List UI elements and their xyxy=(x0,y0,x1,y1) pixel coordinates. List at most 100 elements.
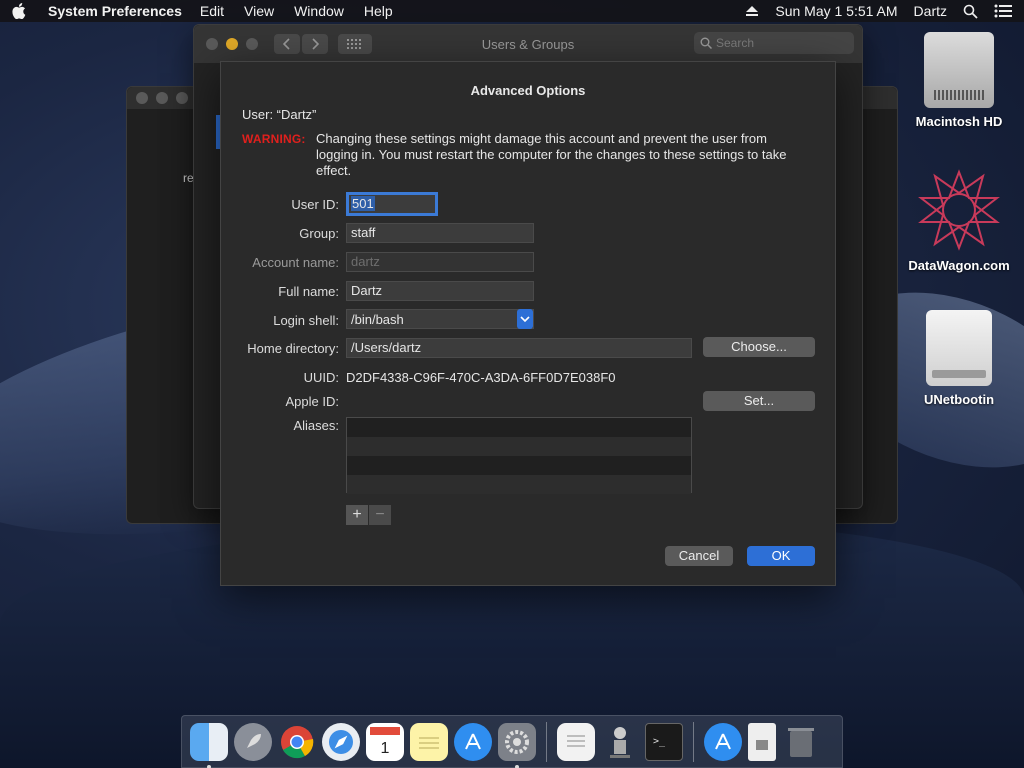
robot-icon xyxy=(610,726,630,758)
chevron-right-icon xyxy=(312,38,319,50)
dock-separator xyxy=(546,721,547,762)
downloads-stack-icon[interactable] xyxy=(704,722,742,761)
spotlight-search-icon[interactable] xyxy=(963,4,978,19)
hard-drive-icon xyxy=(924,32,994,108)
window-close-button[interactable] xyxy=(206,38,218,50)
list-item[interactable] xyxy=(347,418,691,437)
user-line: User: “Dartz” xyxy=(242,107,317,122)
grid-icon xyxy=(347,39,361,49)
ok-button[interactable]: OK xyxy=(747,546,815,566)
remove-alias-button[interactable]: − xyxy=(369,505,391,525)
safari-icon[interactable] xyxy=(322,722,360,761)
eject-icon[interactable] xyxy=(745,5,759,17)
system-preferences-icon[interactable] xyxy=(498,722,536,768)
textedit-icon[interactable] xyxy=(557,722,595,761)
desktop-icon-unetbootin[interactable]: UNetbootin xyxy=(904,310,1014,407)
document-icon[interactable] xyxy=(748,722,776,761)
prompt-icon: >_ xyxy=(653,736,666,747)
menu-window[interactable]: Window xyxy=(294,3,344,19)
rocket-icon xyxy=(247,733,261,748)
full-name-field[interactable]: Dartz xyxy=(346,281,534,301)
terminal-icon[interactable]: >_ xyxy=(645,722,683,761)
warning-label: WARNING: xyxy=(242,132,306,146)
close-button[interactable] xyxy=(136,92,148,104)
advanced-options-sheet: Advanced Options User: “Dartz” WARNING: … xyxy=(220,61,836,586)
full-name-label: Full name: xyxy=(278,284,339,299)
menu-edit[interactable]: Edit xyxy=(200,3,224,19)
sheet-title: Advanced Options xyxy=(470,83,586,98)
menubar-user[interactable]: Dartz xyxy=(914,3,947,19)
home-directory-field[interactable]: /Users/dartz xyxy=(346,338,692,358)
popup-arrow[interactable] xyxy=(517,309,533,329)
login-shell-popup[interactable]: /bin/bash xyxy=(346,309,534,329)
desktop-icon-label: Macintosh HD xyxy=(915,114,1003,129)
account-name-field: dartz xyxy=(346,252,534,272)
window-minimize-button[interactable] xyxy=(226,38,238,50)
chevron-down-icon xyxy=(520,316,530,323)
apple-id-label: Apple ID: xyxy=(285,394,339,409)
zoom-button[interactable] xyxy=(176,92,188,104)
apple-menu-icon[interactable] xyxy=(12,3,26,19)
uuid-label: UUID: xyxy=(303,370,339,385)
search-icon xyxy=(700,37,712,49)
compass-icon xyxy=(329,729,353,754)
window-titlebar[interactable]: Users & Groups xyxy=(194,25,862,63)
chrome-icon[interactable] xyxy=(278,723,316,761)
home-directory-label: Home directory: xyxy=(247,341,339,356)
set-apple-id-button[interactable]: Set... xyxy=(703,391,815,411)
aliases-list[interactable] xyxy=(346,417,692,494)
calendar-icon[interactable]: 1 xyxy=(366,722,404,761)
notes-icon[interactable] xyxy=(410,722,448,761)
file-icon xyxy=(756,739,768,750)
app-menu[interactable]: System Preferences xyxy=(48,3,182,19)
app-store-icon[interactable] xyxy=(454,722,492,761)
group-field[interactable]: staff xyxy=(346,223,534,243)
alias-add-remove: + − xyxy=(346,505,391,525)
dock: 1 >_ xyxy=(181,715,843,768)
app-store-a-icon xyxy=(465,733,481,749)
warning-text: Changing these settings might damage thi… xyxy=(316,131,787,178)
search-input[interactable] xyxy=(716,36,836,50)
menubar-clock[interactable]: Sun May 1 5:51 AM xyxy=(775,3,897,19)
desktop-icon-label: UNetbootin xyxy=(923,392,995,407)
user-id-label: User ID: xyxy=(291,197,339,212)
choose-button[interactable]: Choose... xyxy=(703,337,815,357)
window-zoom-button[interactable] xyxy=(246,38,258,50)
user-id-field[interactable]: 501 xyxy=(346,192,438,216)
uuid-value: D2DF4338-C96F-470C-A3DA-6FF0D7E038F0 xyxy=(346,370,616,385)
finder-icon[interactable] xyxy=(190,722,228,768)
minimize-button[interactable] xyxy=(156,92,168,104)
desktop-icon-macintosh-hd[interactable]: Macintosh HD xyxy=(904,32,1014,129)
show-all-button[interactable] xyxy=(338,34,372,54)
notification-center-icon[interactable] xyxy=(994,4,1012,18)
back-button[interactable] xyxy=(274,34,300,54)
chrome-logo-icon xyxy=(281,725,314,758)
automator-icon[interactable] xyxy=(601,723,639,761)
list-item[interactable] xyxy=(347,475,691,494)
svg-text:>_: >_ xyxy=(653,736,666,747)
calendar-page-icon: 1 xyxy=(370,726,400,757)
desktop-icon-datawagon[interactable]: DataWagon.com xyxy=(904,168,1014,273)
search-field[interactable] xyxy=(694,32,854,54)
add-alias-button[interactable]: + xyxy=(346,505,368,525)
list-item[interactable] xyxy=(347,437,691,456)
forward-button[interactable] xyxy=(302,34,328,54)
login-shell-value: /bin/bash xyxy=(351,311,404,327)
star-pattern-icon xyxy=(918,169,1000,251)
chevron-left-icon xyxy=(283,38,290,50)
trash-icon[interactable] xyxy=(782,723,820,761)
launchpad-icon[interactable] xyxy=(234,722,272,761)
cancel-button[interactable]: Cancel xyxy=(665,546,733,566)
trash-can-icon xyxy=(788,727,814,757)
svg-text:1: 1 xyxy=(381,740,390,757)
login-shell-label: Login shell: xyxy=(273,313,339,328)
menu-view[interactable]: View xyxy=(244,3,274,19)
aliases-label: Aliases: xyxy=(293,418,339,433)
app-store-a-icon xyxy=(715,733,731,749)
running-indicator xyxy=(515,764,519,768)
gear-icon xyxy=(505,729,529,754)
menu-help[interactable]: Help xyxy=(364,3,393,19)
pen-paper-icon xyxy=(567,735,585,746)
list-item[interactable] xyxy=(347,456,691,475)
notes-lines-icon xyxy=(419,737,439,748)
